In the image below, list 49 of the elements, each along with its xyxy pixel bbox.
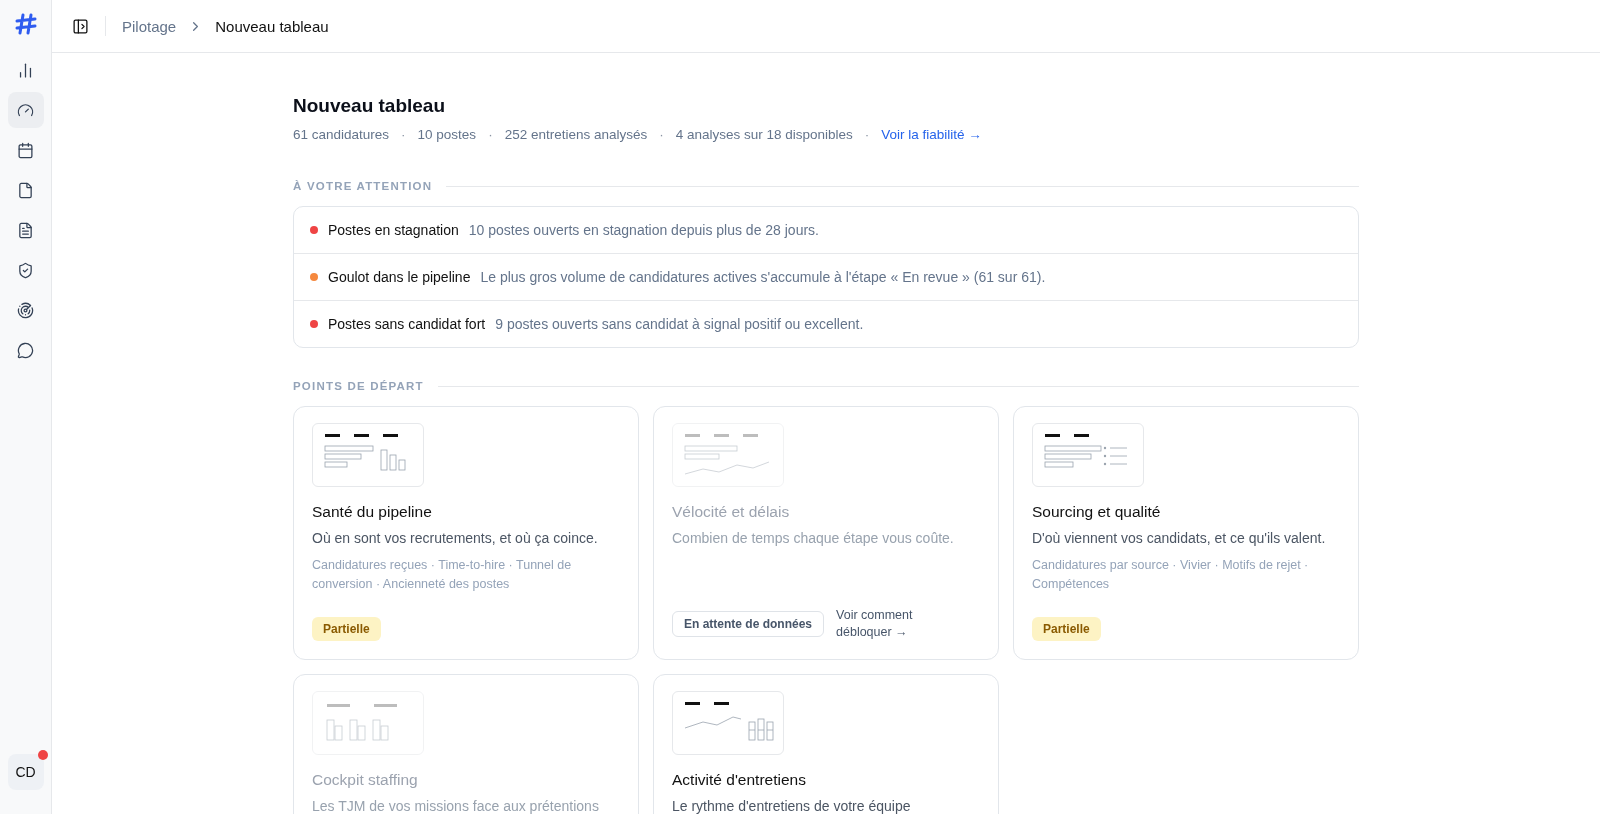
document-icon: [17, 221, 34, 239]
chat-icon: [17, 341, 34, 359]
file-icon: [17, 181, 34, 199]
card-metrics: Candidatures par source · Vivier · Motifs de rejet · Compétences: [1032, 557, 1310, 593]
card-description: D'où viennent vos candidats, et ce qu'ils valent.: [1032, 530, 1327, 546]
separator-dot: ·: [659, 127, 664, 142]
card-description: Où en sont vos recrutements, et où ça coince.: [312, 530, 599, 546]
dashboard-template-card[interactable]: Activité d'entretiens Le rythme d'entretiens de votre équipe: [653, 674, 999, 814]
alert-title: Postes en stagnation: [328, 222, 459, 238]
card-title: Santé du pipeline: [312, 503, 433, 521]
card-title: Sourcing et qualité: [1032, 503, 1162, 521]
shield-icon: [17, 261, 34, 279]
alert-description: 10 postes ouverts en stagnation depuis plus de 28 jours.: [468, 222, 819, 238]
breadcrumb-link[interactable]: Pilotage: [122, 17, 177, 35]
card-description: Le rythme d'entretiens de votre équipe: [672, 798, 912, 814]
card-description: Combien de temps chaque étape vous coûte.: [672, 530, 955, 546]
page-title: Nouveau tableau: [293, 95, 447, 117]
stat-text: 10 postes: [417, 127, 477, 142]
sidebar-toggle-button[interactable]: [72, 17, 89, 35]
breadcrumb-link[interactable]: Nouveau tableau: [215, 17, 329, 35]
stat-text: 61 candidatures: [293, 127, 390, 142]
separator-dot: ·: [864, 127, 870, 142]
section-heading: À VOTRE ATTENTION: [293, 180, 433, 192]
status-badge: Partielle: [1032, 617, 1101, 641]
stat-text: 4 analyses sur 18 disponibles: [675, 127, 853, 142]
alert-title: Postes sans candidat fort: [328, 316, 486, 332]
separator-dot: ·: [401, 127, 406, 142]
gauge-icon: [17, 101, 34, 119]
calendar-icon: [17, 141, 34, 159]
reliability-link[interactable]: Voir la fiabilité →: [881, 127, 982, 142]
sidebar-nav-button[interactable]: [7, 92, 44, 128]
status-badge: En attente de données: [672, 611, 825, 637]
alert-description: 9 postes ouverts sans candidat à signal positif ou excellent.: [495, 316, 864, 332]
logo-icon: [13, 12, 38, 36]
alert-title: Goulot dans le pipeline: [328, 269, 471, 285]
card-title: Activité d'entretiens: [672, 771, 807, 789]
alert-description: Le plus gros volume de candidatures actives s'accumule à l'étape « En revue » (61 sur 61).: [480, 269, 1046, 285]
dashboard-template-card[interactable]: Sourcing et qualité D'où viennent vos candidats, et ce qu'ils valent. Candidatures par source · Vivier · Motifs de rejet · Compétences Partielle: [1013, 406, 1359, 660]
status-badge: Partielle: [312, 617, 381, 641]
separator-dot: ·: [488, 127, 493, 142]
section-heading: POINTS DE DÉPART: [293, 380, 424, 392]
card-title: Vélocité et délais: [672, 503, 791, 521]
dashboard-template-card[interactable]: Santé du pipeline Où en sont vos recrutements, et où ça coince. Candidatures reçues · Time-to-hire · Tunnel de conversion · Ancienneté des postes Partielle: [293, 406, 639, 660]
card-title: Cockpit staffing: [312, 771, 419, 789]
radar-icon: [17, 301, 34, 319]
card-description: Les TJM de vos missions face aux prétentions: [312, 798, 600, 814]
card-metrics: Candidatures reçues · Time-to-hire · Tunnel de conversion · Ancienneté des postes: [312, 557, 573, 593]
bar-chart-icon: [17, 61, 34, 79]
stat-text: 252 entretiens analysés: [504, 127, 648, 142]
